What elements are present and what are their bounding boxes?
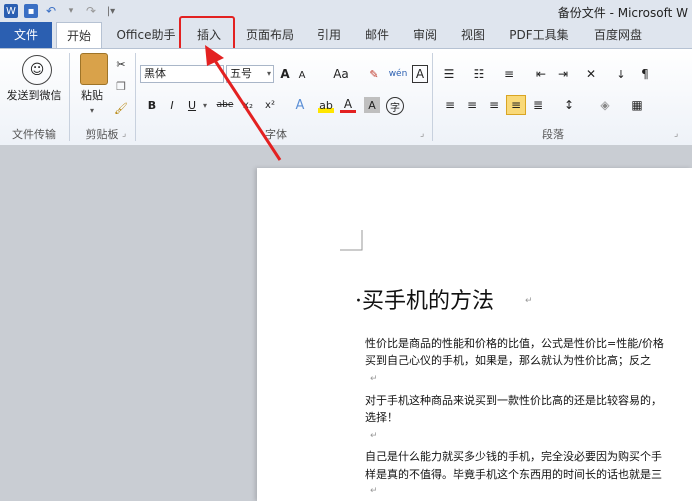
increase-indent-icon[interactable]: ⇥ <box>554 65 572 83</box>
tab-mailings[interactable]: 邮件 <box>356 22 398 48</box>
window-title: 备份文件 - Microsoft W <box>557 6 688 20</box>
paragraph-mark: ↵ <box>370 374 378 384</box>
show-marks-icon[interactable]: ¶ <box>636 65 654 83</box>
paragraph-mark: ↵ <box>525 296 533 306</box>
align-center-icon[interactable]: ≡ <box>464 97 480 113</box>
paste-dropdown-icon[interactable]: ▾ <box>86 105 98 115</box>
underline-button[interactable]: U <box>186 97 198 113</box>
paste-icon[interactable] <box>80 53 108 85</box>
phonetic-guide-button[interactable]: wén <box>388 65 408 83</box>
font-face-select[interactable]: 黑体 <box>140 65 224 83</box>
tab-review[interactable]: 审阅 <box>404 22 446 48</box>
paste-button[interactable]: 粘贴 <box>76 87 108 103</box>
clear-format-icon[interactable]: ✎ <box>366 65 382 83</box>
paragraph-line: 选择！ <box>365 411 398 424</box>
paragraph-line: 自己是什么能力就买多少钱的手机，完全没必要因为购买个手 <box>365 450 662 463</box>
change-case-button[interactable]: Aa <box>330 65 352 83</box>
ribbon-tabs: 文件 开始 Office助手 插入 页面布局 引用 邮件 审阅 视图 PDF工具… <box>0 22 692 48</box>
undo-icon[interactable]: ↶ <box>44 4 58 18</box>
word-app-icon[interactable]: W <box>4 4 18 18</box>
customize-toolbar-icon[interactable]: |▾ <box>104 4 118 18</box>
distributed-icon[interactable]: ≣ <box>530 97 546 113</box>
tab-file[interactable]: 文件 <box>0 22 52 48</box>
tab-page-layout[interactable]: 页面布局 <box>240 22 300 48</box>
margin-corner-mark <box>340 230 363 251</box>
send-to-wechat-button[interactable]: 发送到微信 <box>2 87 66 103</box>
group-label-paragraph: 段落 <box>542 128 564 141</box>
paragraph-mark: ↵ <box>370 431 378 441</box>
format-painter-icon[interactable]: 🖌 <box>114 101 128 115</box>
redo-icon[interactable]: ↷ <box>84 4 98 18</box>
enclose-characters-button[interactable]: 字 <box>386 97 404 115</box>
character-border-button[interactable]: A <box>412 65 428 83</box>
subscript-button[interactable]: x₂ <box>240 97 256 113</box>
font-color-button[interactable]: A <box>340 97 356 113</box>
character-shading-button[interactable]: A <box>364 97 380 113</box>
shading-icon[interactable]: ◈ <box>594 97 616 113</box>
highlight-color-icon[interactable]: ab <box>318 97 334 113</box>
align-left-icon[interactable]: ≡ <box>442 97 458 113</box>
justify-icon[interactable]: ≡ <box>506 95 526 115</box>
strikethrough-button[interactable]: abe <box>214 97 236 113</box>
tab-view[interactable]: 视图 <box>452 22 494 48</box>
document-heading: ·买手机的方法 <box>355 289 494 314</box>
chinese-layout-icon[interactable]: ✕ <box>580 65 602 83</box>
align-right-icon[interactable]: ≡ <box>486 97 502 113</box>
superscript-button[interactable]: x² <box>262 97 278 113</box>
copy-icon[interactable]: ❐ <box>114 79 128 93</box>
wechat-icon[interactable]: ☺ <box>22 55 52 85</box>
chevron-down-icon[interactable]: ▾ <box>64 4 78 18</box>
font-size-select[interactable]: 五号 ▾ <box>226 65 274 83</box>
text-effects-icon[interactable]: A <box>292 97 308 113</box>
decrease-indent-icon[interactable]: ⇤ <box>532 65 550 83</box>
grow-font-button[interactable]: A <box>278 65 292 83</box>
sort-icon[interactable]: ↓ <box>612 65 630 83</box>
font-launcher-icon[interactable]: ⌟ <box>420 129 424 139</box>
bold-button[interactable]: B <box>146 97 158 113</box>
clipboard-launcher-icon[interactable]: ⌟ <box>122 129 126 139</box>
chevron-down-icon[interactable]: ▾ <box>200 97 210 113</box>
tab-baidu-netdisk[interactable]: 百度网盘 <box>585 22 651 48</box>
tab-office-assistant[interactable]: Office助手 <box>110 22 182 48</box>
chevron-down-icon: ▾ <box>266 69 271 78</box>
group-label-font: 字体 <box>265 128 287 141</box>
paragraph-launcher-icon[interactable]: ⌟ <box>674 129 678 139</box>
shrink-font-button[interactable]: A <box>296 67 308 83</box>
group-label-file-transfer: 文件传输 <box>12 128 56 141</box>
ribbon: ☺ 发送到微信 文件传输 粘贴 ▾ ✂ ❐ 🖌 剪贴板 ⌟ 黑体 五号 ▾ A A… <box>0 48 692 146</box>
tab-pdf-tools[interactable]: PDF工具集 <box>500 22 578 48</box>
quick-access-toolbar: W ▪ ↶ ▾ ↷ |▾ <box>4 3 118 19</box>
cut-icon[interactable]: ✂ <box>114 57 128 71</box>
paragraph-line: 样是真的不值得。毕竟手机这个东西用的时间长的话也就是三 <box>365 468 662 481</box>
paragraph-line: 性价比是商品的性能和价格的比值，公式是性价比=性能/价格 <box>365 337 664 350</box>
borders-icon[interactable]: ▦ <box>626 97 648 113</box>
paragraph-line: 对于手机这种商品来说买到一款性价比高的还是比较容易的， <box>365 394 662 407</box>
paragraph-mark: ↵ <box>370 486 378 496</box>
title-bar: W ▪ ↶ ▾ ↷ |▾ 备份文件 - Microsoft W <box>0 0 692 22</box>
italic-button[interactable]: I <box>166 97 178 113</box>
line-spacing-icon[interactable]: ↕ <box>558 97 580 113</box>
tab-references[interactable]: 引用 <box>308 22 350 48</box>
numbering-icon[interactable]: ☷ <box>470 65 488 83</box>
save-icon[interactable]: ▪ <box>24 4 38 18</box>
bullets-icon[interactable]: ☰ <box>440 65 458 83</box>
tab-home[interactable]: 开始 <box>56 22 102 48</box>
paragraph-line: 买到自己心仪的手机，如果是，那么就认为性价比高；反之 <box>365 354 651 367</box>
multilevel-list-icon[interactable]: ≡ <box>500 65 518 83</box>
